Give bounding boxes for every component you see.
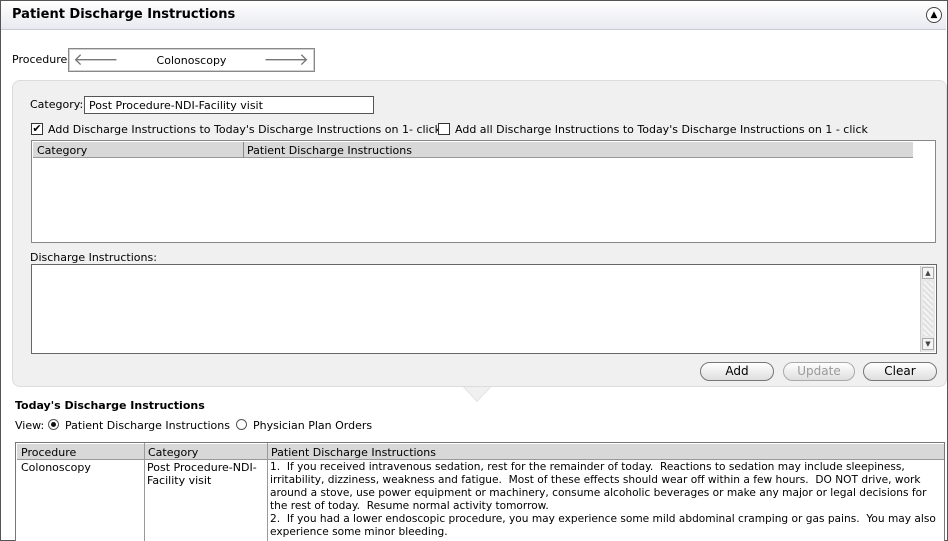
column-separator[interactable] [243, 142, 244, 158]
add-today-label: Add Discharge Instructions to Today's Di… [48, 123, 442, 136]
cell-instructions: 1. If you received intravenous sedation,… [270, 461, 936, 538]
cell-category: Post Procedure-NDI-Facility visit [147, 461, 257, 487]
view-physician-label: Physician Plan Orders [253, 419, 373, 432]
add-all-label: Add all Discharge Instructions to Today'… [455, 123, 868, 136]
view-label: View: [15, 419, 45, 432]
view-physician-radio[interactable] [236, 419, 247, 430]
column-separator[interactable] [144, 443, 145, 541]
title-bar: Patient Discharge Instructions ▲ [1, 1, 946, 30]
add-today-checkbox[interactable]: ✔ [31, 123, 43, 135]
window-title: Patient Discharge Instructions [12, 7, 236, 22]
chevron-up-icon[interactable]: ▲ [926, 7, 942, 23]
cell-procedure: Colonoscopy [21, 461, 91, 474]
vertical-scrollbar[interactable]: ▲ ▼ [920, 266, 935, 352]
category-field[interactable]: Post Procedure-NDI-Facility visit [84, 96, 374, 114]
panel-pointer [464, 387, 490, 401]
procedure-label: Procedure: [12, 53, 71, 66]
today-section-title: Today's Discharge Instructions [15, 399, 205, 412]
scroll-thumb[interactable] [923, 282, 933, 336]
instructions-grid[interactable]: Category Patient Discharge Instructions [31, 140, 936, 243]
discharge-instructions-label: Discharge Instructions: [30, 251, 157, 264]
scroll-down-icon[interactable]: ▼ [922, 338, 934, 350]
grid-header: Procedure Category Patient Discharge Ins… [17, 444, 944, 460]
clear-button[interactable]: Clear [863, 362, 937, 381]
view-patient-radio[interactable] [48, 419, 59, 430]
column-header-instructions[interactable]: Patient Discharge Instructions [271, 446, 436, 459]
today-instructions-grid[interactable]: Procedure Category Patient Discharge Ins… [15, 442, 945, 541]
add-all-checkbox[interactable] [438, 123, 450, 135]
scroll-up-icon[interactable]: ▲ [922, 267, 934, 279]
column-header-instructions[interactable]: Patient Discharge Instructions [247, 144, 412, 157]
arrow-right-icon[interactable]: 🡒 [263, 50, 309, 70]
column-header-category[interactable]: Category [37, 144, 87, 157]
procedure-selector[interactable]: 🡐 Colonoscopy 🡒 [68, 48, 315, 72]
column-header-category[interactable]: Category [148, 446, 198, 459]
add-button[interactable]: Add [700, 362, 774, 381]
grid-header: Category Patient Discharge Instructions [33, 142, 913, 158]
column-separator[interactable] [267, 443, 268, 541]
discharge-instructions-textarea[interactable]: ▲ ▼ [31, 264, 937, 354]
view-patient-label: Patient Discharge Instructions [65, 419, 230, 432]
column-header-procedure[interactable]: Procedure [21, 446, 76, 459]
update-button[interactable]: Update [783, 362, 855, 381]
category-label: Category: [30, 98, 84, 111]
